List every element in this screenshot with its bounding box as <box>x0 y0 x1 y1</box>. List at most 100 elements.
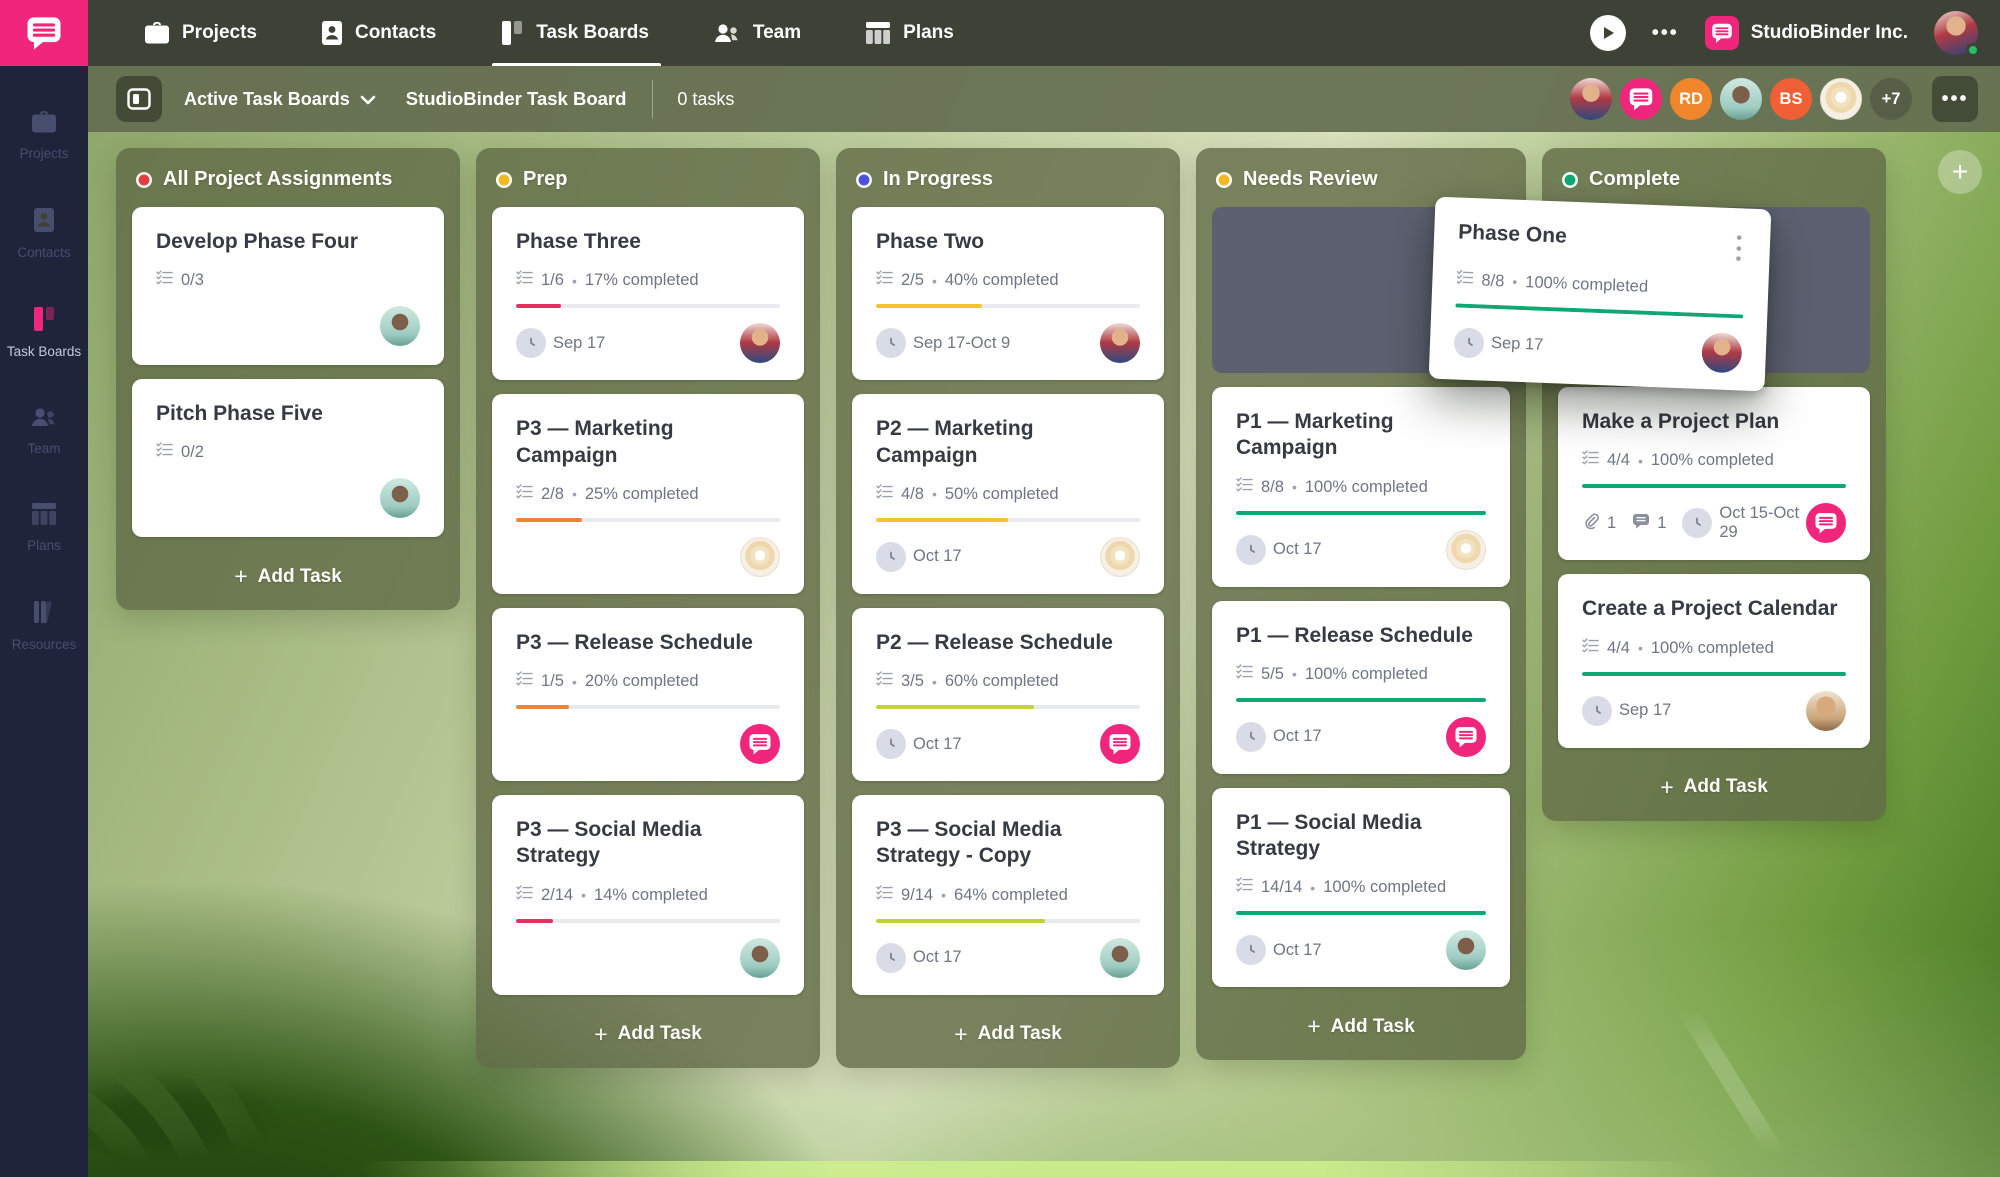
board-view-button[interactable] <box>116 76 162 122</box>
org-switcher[interactable]: StudioBinder Inc. <box>1705 16 1908 50</box>
nav-tab-plans[interactable]: Plans <box>861 0 958 66</box>
progress-fill <box>876 304 982 308</box>
column-status-dot <box>1562 172 1578 188</box>
task-card[interactable]: P2 — Release Schedule3/5•60% completedOc… <box>852 608 1164 781</box>
task-card[interactable]: P1 — Release Schedule5/5•100% completedO… <box>1212 601 1510 774</box>
percent-completed: 40% completed <box>945 271 1059 290</box>
sidebar-item-contacts[interactable]: Contacts <box>0 193 88 274</box>
task-card[interactable]: P3 — Release Schedule1/5•20% completed <box>492 608 804 781</box>
card-footer-meta: Sep 17 <box>1582 696 1671 726</box>
checklist-count: 1/6 <box>541 271 564 290</box>
add-task-button[interactable]: +Add Task <box>132 551 444 598</box>
chevron-down-icon <box>360 89 376 110</box>
sidebar-item-task-boards[interactable]: Task Boards <box>0 292 88 373</box>
task-card[interactable]: P3 — Marketing Campaign2/8•25% completed <box>492 394 804 594</box>
kebab-menu-icon[interactable]: ••• <box>1731 230 1746 265</box>
card-title: P3 — Social Media Strategy - Copy <box>876 817 1140 870</box>
card-footer: 11Oct 15-Oct 29 <box>1582 502 1846 544</box>
user-avatar[interactable] <box>1934 11 1978 55</box>
add-task-button[interactable]: +Add Task <box>1558 762 1870 809</box>
add-task-button[interactable]: +Add Task <box>1212 1001 1510 1048</box>
task-card[interactable]: Pitch Phase Five0/2 <box>132 379 444 537</box>
add-task-button[interactable]: +Add Task <box>852 1009 1164 1056</box>
studiobinder-logo[interactable] <box>0 0 88 66</box>
nav-tab-task-boards[interactable]: Task Boards <box>496 0 653 66</box>
avatar-RD[interactable]: RD <box>1670 78 1712 120</box>
task-card[interactable]: P2 — Marketing Campaign4/8•50% completed… <box>852 394 1164 594</box>
sidebar-item-plans[interactable]: Plans <box>0 488 88 567</box>
task-card[interactable]: Create a Project Calendar4/4•100% comple… <box>1558 574 1870 747</box>
percent-completed: 100% completed <box>1305 665 1428 684</box>
board-selector-dropdown[interactable]: Active Task Boards <box>184 89 376 110</box>
task-card[interactable]: P3 — Social Media Strategy2/14•14% compl… <box>492 795 804 995</box>
checklist-count: 1/5 <box>541 672 564 691</box>
avatar-man-teal[interactable] <box>1720 78 1762 120</box>
checklist-icon <box>876 270 893 291</box>
play-button[interactable] <box>1590 15 1626 51</box>
avatar-man-red[interactable] <box>1570 78 1612 120</box>
avatar-+7[interactable]: +7 <box>1870 78 1912 120</box>
nav-tab-contacts[interactable]: Contacts <box>317 0 440 66</box>
avatar-BS[interactable]: BS <box>1770 78 1812 120</box>
card-footer-meta: Oct 17 <box>1236 722 1322 752</box>
paperclip-icon <box>1582 512 1600 535</box>
card-header: P3 — Social Media Strategy <box>516 817 780 870</box>
meta-separator: • <box>932 674 937 690</box>
task-card[interactable]: P1 — Marketing Campaign8/8•100% complete… <box>1212 387 1510 587</box>
more-options-icon[interactable]: ••• <box>1652 22 1679 45</box>
progress-fill <box>876 705 1034 709</box>
card-footer: Oct 17 <box>876 723 1140 765</box>
card-checklist-meta: 1/6•17% completed <box>516 270 780 291</box>
percent-completed: 20% completed <box>585 672 699 691</box>
card-title: P3 — Release Schedule <box>516 630 753 656</box>
meta-separator: • <box>932 273 937 289</box>
card-footer: Oct 17 <box>876 937 1140 979</box>
due-date: Oct 17 <box>876 729 962 759</box>
checklist-icon <box>156 270 173 291</box>
column-all-project-assignments: All Project AssignmentsDevelop Phase Fou… <box>116 148 460 610</box>
percent-completed: 50% completed <box>945 485 1059 504</box>
due-date: Sep 17 <box>1582 696 1671 726</box>
checklist-icon <box>516 484 533 505</box>
active-tab-underline <box>492 63 661 66</box>
checklist-count: 2/14 <box>541 886 573 905</box>
avatar-donut[interactable] <box>1820 78 1862 120</box>
card-header: Create a Project Calendar <box>1582 596 1846 622</box>
task-card[interactable]: Make a Project Plan4/4•100% completed11O… <box>1558 387 1870 560</box>
card-title: P1 — Release Schedule <box>1236 623 1473 649</box>
card-header: P2 — Release Schedule <box>876 630 1140 656</box>
meta-separator: • <box>1310 880 1315 896</box>
clock-icon <box>516 328 546 358</box>
add-task-button[interactable]: +Add Task <box>492 1009 804 1056</box>
sidebar-item-resources[interactable]: Resources <box>0 585 88 666</box>
task-card[interactable]: P3 — Social Media Strategy - Copy9/14•64… <box>852 795 1164 995</box>
dragged-task-card[interactable]: Phase One•••8/8•100% completedSep 17 <box>1429 197 1772 391</box>
nav-tab-team[interactable]: Team <box>709 0 805 66</box>
card-header: P1 — Social Media Strategy <box>1236 810 1486 863</box>
task-card[interactable]: Develop Phase Four0/3 <box>132 207 444 365</box>
sidebar-item-label: Resources <box>12 637 77 652</box>
progress-fill <box>1236 698 1486 702</box>
card-header: Phase Two <box>876 229 1140 255</box>
add-task-label: Add Task <box>618 1023 702 1045</box>
avatar-logo[interactable] <box>1620 78 1662 120</box>
avatar-man-teal <box>1100 938 1140 978</box>
task-card[interactable]: Phase Two2/5•40% completedSep 17-Oct 9 <box>852 207 1164 380</box>
sidebar-item-label: Task Boards <box>7 344 81 359</box>
nav-tab-projects[interactable]: Projects <box>140 0 261 66</box>
sidebar-item-projects[interactable]: Projects <box>0 96 88 175</box>
sidebar-item-team[interactable]: Team <box>0 391 88 470</box>
card-checklist-meta: 8/8•100% completed <box>1456 269 1745 301</box>
checklist-icon <box>516 885 533 906</box>
card-footer-meta: Oct 17 <box>876 542 962 572</box>
app-screen: ProjectsContactsTask BoardsTeamPlans •••… <box>0 0 2000 1177</box>
task-card[interactable]: P1 — Social Media Strategy14/14•100% com… <box>1212 788 1510 988</box>
taskboards-icon <box>500 20 524 46</box>
board-overflow-menu-button[interactable]: ••• <box>1932 76 1978 122</box>
task-card[interactable]: Phase Three1/6•17% completedSep 17 <box>492 207 804 380</box>
add-column-button[interactable]: + <box>1938 150 1982 194</box>
column-status-dot <box>1216 172 1232 188</box>
due-date: Sep 17 <box>1453 327 1543 360</box>
checklist-count: 3/5 <box>901 672 924 691</box>
percent-completed: 100% completed <box>1651 451 1774 470</box>
